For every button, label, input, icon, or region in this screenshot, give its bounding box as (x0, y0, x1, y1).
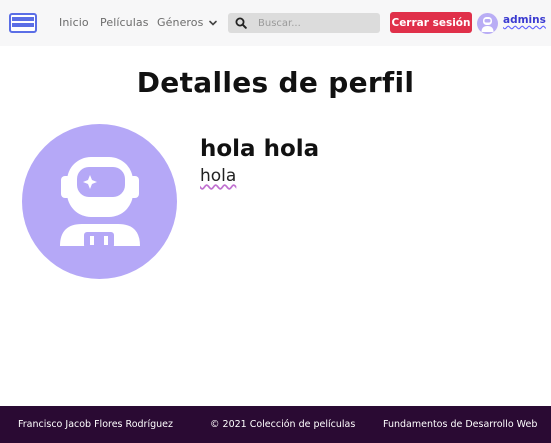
profile-name: hola hola (200, 136, 320, 162)
footer: Francisco Jacob Flores Rodríguez © 2021 … (0, 406, 551, 443)
nav-link-inicio[interactable]: Inicio (59, 16, 89, 29)
film-strip-icon[interactable] (9, 13, 37, 33)
profile-description: hola (200, 166, 237, 186)
nav-link-peliculas[interactable]: Películas (100, 16, 149, 29)
search-box (228, 13, 380, 33)
navbar: Inicio Películas Géneros Cerrar sesión a… (0, 0, 551, 46)
search-input[interactable] (258, 15, 373, 31)
nav-dropdown-generos[interactable]: Géneros (157, 16, 218, 29)
astronaut-icon (481, 17, 494, 32)
footer-copyright: © 2021 Colección de películas (210, 419, 356, 430)
user-avatar[interactable] (477, 13, 498, 34)
astronaut-icon (60, 157, 140, 248)
nav-dropdown-generos-label: Géneros (157, 16, 204, 29)
username-link[interactable]: admins (503, 14, 546, 26)
footer-author: Francisco Jacob Flores Rodríguez (18, 419, 173, 430)
search-icon[interactable] (235, 17, 247, 29)
page-title: Detalles de perfil (136, 66, 415, 99)
footer-course: Fundamentos de Desarrollo Web (383, 419, 538, 430)
profile-avatar (22, 124, 177, 279)
chevron-down-icon (209, 20, 218, 26)
logout-button[interactable]: Cerrar sesión (390, 12, 472, 33)
